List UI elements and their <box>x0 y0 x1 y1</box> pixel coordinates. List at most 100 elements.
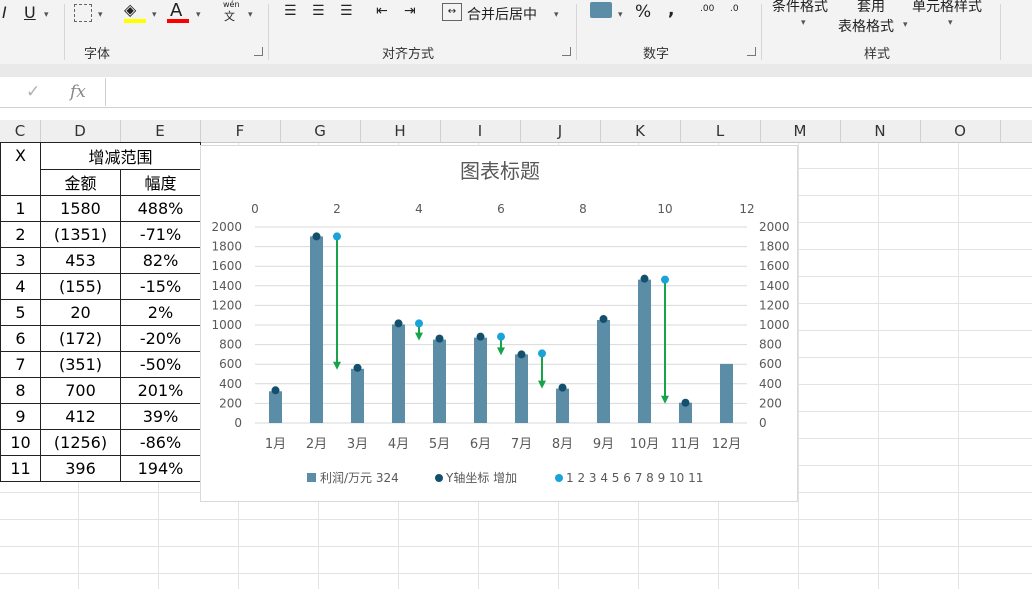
row-x[interactable]: 1 <box>0 195 41 222</box>
row-percent[interactable]: 488% <box>120 195 201 222</box>
formula-input[interactable] <box>105 78 1032 106</box>
row-percent[interactable]: -15% <box>120 273 201 300</box>
cell-styles-button[interactable]: 单元格样式 <box>912 0 982 16</box>
y2-tick-label: 1000 <box>759 318 790 332</box>
row-amount[interactable]: 20 <box>40 299 121 326</box>
merge-icon[interactable]: ↔ <box>442 3 462 21</box>
row-percent[interactable]: 82% <box>120 247 201 274</box>
column-header-d[interactable]: D <box>40 120 121 142</box>
increase-decimal-button[interactable]: .00 <box>700 4 714 14</box>
align-left-icon[interactable]: ☰ <box>284 3 297 19</box>
merge-center-button[interactable]: 合并后居中 <box>467 4 537 24</box>
comma-button[interactable]: , <box>668 0 674 20</box>
fill-color-dropdown-icon[interactable]: ▾ <box>152 10 157 20</box>
row-x[interactable]: 8 <box>0 377 41 404</box>
row-percent[interactable]: -20% <box>120 325 201 352</box>
row-percent[interactable]: -86% <box>120 429 201 456</box>
format-as-table-dropdown-icon[interactable]: ▾ <box>903 20 908 30</box>
check-icon[interactable]: ✓ <box>26 82 40 102</box>
row-percent[interactable]: -50% <box>120 351 201 378</box>
x2-tick-label: 10 <box>657 202 672 216</box>
format-as-table-button[interactable]: 套用 <box>857 0 885 16</box>
font-group-launcher-icon[interactable] <box>254 47 263 56</box>
column-header-c[interactable]: C <box>0 120 41 142</box>
fill-color-icon[interactable]: ◈ <box>124 0 136 19</box>
decrease-indent-icon[interactable]: ⇤ <box>376 3 388 19</box>
align-center-icon[interactable]: ☰ <box>312 3 325 19</box>
border-icon[interactable] <box>74 4 92 22</box>
merge-dropdown-icon[interactable]: ▾ <box>554 10 559 20</box>
row-x[interactable]: 4 <box>0 273 41 300</box>
row-percent[interactable]: 194% <box>120 455 201 482</box>
row-amount[interactable]: 453 <box>40 247 121 274</box>
divider <box>576 4 577 60</box>
alignment-group-launcher-icon[interactable] <box>562 47 571 56</box>
fx-icon[interactable]: fx <box>70 82 86 102</box>
row-percent[interactable]: 2% <box>120 299 201 326</box>
conditional-format-button[interactable]: 条件格式 <box>772 0 828 16</box>
decrease-decimal-button[interactable]: .0 <box>730 4 739 14</box>
row-percent[interactable]: -71% <box>120 221 201 248</box>
row-x[interactable]: 10 <box>0 429 41 456</box>
scatter-point-dark <box>435 334 444 343</box>
row-amount[interactable]: (155) <box>40 273 121 300</box>
row-amount[interactable]: 412 <box>40 403 121 430</box>
row-x[interactable]: 7 <box>0 351 41 378</box>
header-x[interactable]: X <box>0 142 41 196</box>
row-x[interactable]: 11 <box>0 455 41 482</box>
chart[interactable]: 图表标题 0 0 200 200 400 400 600 600 800 800 1000 1000 12… <box>200 145 798 502</box>
column-header-i[interactable]: I <box>440 120 521 142</box>
column-header-o[interactable]: O <box>920 120 1001 142</box>
font-color-dropdown-icon[interactable]: ▾ <box>196 10 201 20</box>
row-amount[interactable]: (172) <box>40 325 121 352</box>
phonetic-dropdown-icon[interactable]: ▾ <box>248 10 253 20</box>
column-header-g[interactable]: G <box>280 120 361 142</box>
italic-button[interactable]: I <box>2 3 7 22</box>
column-header-n[interactable]: N <box>840 120 921 142</box>
row-amount[interactable]: (1256) <box>40 429 121 456</box>
column-header-h[interactable]: H <box>360 120 441 142</box>
y-tick-label: 1800 <box>211 240 242 254</box>
row-percent[interactable]: 39% <box>120 403 201 430</box>
row-amount[interactable]: 396 <box>40 455 121 482</box>
row-amount[interactable]: (1351) <box>40 221 121 248</box>
underline-button[interactable]: U <box>24 3 36 22</box>
column-header-j[interactable]: J <box>520 120 601 142</box>
row-x[interactable]: 5 <box>0 299 41 326</box>
row-x[interactable]: 9 <box>0 403 41 430</box>
table-row: 11 396 194% <box>0 455 201 482</box>
legend-swatch-dark <box>435 474 443 482</box>
format-as-table-label[interactable]: 表格格式 <box>838 16 894 36</box>
column-header-k[interactable]: K <box>600 120 681 142</box>
row-amount[interactable]: (351) <box>40 351 121 378</box>
row-percent[interactable]: 201% <box>120 377 201 404</box>
conditional-format-dropdown-icon[interactable]: ▾ <box>801 18 806 28</box>
currency-dropdown-icon[interactable]: ▾ <box>618 10 623 20</box>
row-x[interactable]: 3 <box>0 247 41 274</box>
increase-indent-icon[interactable]: ⇥ <box>404 3 416 19</box>
phonetic-icon[interactable]: 文 <box>224 8 235 24</box>
number-group-launcher-icon[interactable] <box>747 47 756 56</box>
header-percent[interactable]: 幅度 <box>120 168 201 196</box>
row-amount[interactable]: 700 <box>40 377 121 404</box>
row-amount[interactable]: 1580 <box>40 195 121 222</box>
x2-tick-label: 8 <box>579 202 587 216</box>
column-header-f[interactable]: F <box>200 120 281 142</box>
column-header-e[interactable]: E <box>120 120 201 142</box>
currency-icon[interactable] <box>590 2 612 18</box>
header-range[interactable]: 增减范围 <box>40 142 201 170</box>
column-header-l[interactable]: L <box>680 120 761 142</box>
percent-button[interactable]: % <box>635 2 651 22</box>
column-header-m[interactable]: M <box>760 120 841 142</box>
scatter-point-dark <box>640 274 649 283</box>
row-x[interactable]: 2 <box>0 221 41 248</box>
underline-dropdown-icon[interactable]: ▾ <box>44 10 49 20</box>
header-amount[interactable]: 金额 <box>40 168 121 196</box>
x-tick-label: 6月 <box>470 437 491 452</box>
align-right-icon[interactable]: ☰ <box>340 3 353 19</box>
row-x[interactable]: 6 <box>0 325 41 352</box>
border-dropdown-icon[interactable]: ▾ <box>98 10 103 20</box>
scatter-point-dark <box>476 332 485 341</box>
font-color-button[interactable]: A <box>170 0 182 21</box>
cell-styles-dropdown-icon[interactable]: ▾ <box>948 18 953 28</box>
